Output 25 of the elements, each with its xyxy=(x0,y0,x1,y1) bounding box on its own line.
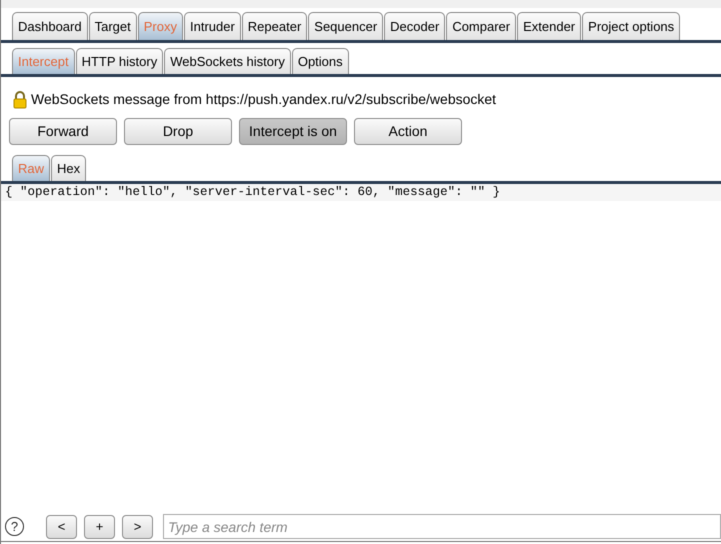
lock-icon xyxy=(13,90,27,108)
nav-button[interactable]: + xyxy=(84,514,115,538)
tab[interactable]: Options xyxy=(292,48,349,74)
tab[interactable]: Sequencer xyxy=(308,12,384,40)
message-header: WebSockets message from https://push.yandex.ru/v2/subscribe/websocket xyxy=(31,90,496,109)
tab[interactable]: Hex xyxy=(51,155,86,181)
tab[interactable]: Decoder xyxy=(384,12,446,40)
nav-button[interactable]: > xyxy=(122,514,153,538)
tab[interactable]: Target xyxy=(88,12,137,40)
tab[interactable]: Comparer xyxy=(446,12,516,40)
help-icon[interactable]: ? xyxy=(5,517,24,536)
action-button[interactable]: Intercept is on xyxy=(239,118,347,145)
search-field[interactable]: Type a search term xyxy=(163,514,721,539)
nav-button[interactable]: < xyxy=(46,514,77,538)
tab[interactable]: Repeater xyxy=(242,12,308,40)
tab[interactable]: Dashboard xyxy=(12,12,88,40)
action-button[interactable]: Drop xyxy=(124,118,232,145)
tab[interactable]: Intruder xyxy=(184,12,241,40)
tab[interactable]: WebSockets history xyxy=(164,48,291,74)
action-button[interactable]: Forward xyxy=(9,118,117,145)
action-button[interactable]: Action xyxy=(354,118,462,145)
tab[interactable]: Project options xyxy=(582,12,680,40)
tab[interactable]: Extender xyxy=(517,12,582,40)
code-line: { "operation": "hello", "server-interval-sec": 60, "message": "" } xyxy=(5,184,500,202)
tab[interactable]: HTTP history xyxy=(76,48,164,74)
